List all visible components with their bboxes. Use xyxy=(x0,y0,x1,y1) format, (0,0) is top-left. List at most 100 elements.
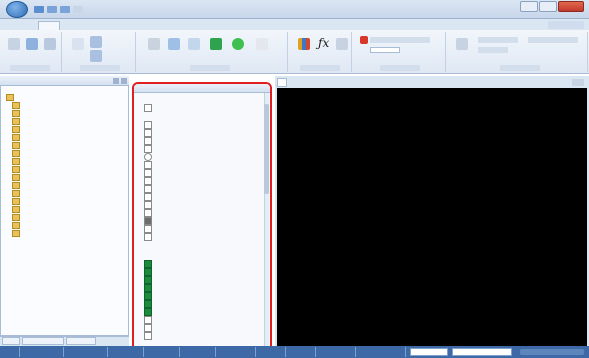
tool-switch[interactable] xyxy=(144,260,155,268)
ribbon-icon-13[interactable] xyxy=(336,38,348,50)
ribbon-option-1[interactable] xyxy=(370,37,430,43)
tab-5[interactable] xyxy=(133,21,153,30)
tree-item[interactable] xyxy=(6,94,16,102)
ribbon-icon-9[interactable] xyxy=(188,38,200,50)
tool-switch[interactable] xyxy=(144,324,155,332)
tree-item[interactable] xyxy=(12,158,22,166)
ribbon-icon-3[interactable] xyxy=(44,38,56,50)
minimize-button[interactable] xyxy=(520,1,538,12)
tree-item[interactable] xyxy=(12,134,22,142)
ribbon-option-4[interactable] xyxy=(528,37,578,43)
tree-item[interactable] xyxy=(12,214,22,222)
folder-icon xyxy=(12,118,20,125)
tool-shape[interactable] xyxy=(144,129,155,137)
document-close-icon[interactable] xyxy=(572,79,584,86)
ribbon-icon-14[interactable] xyxy=(360,36,368,44)
design-canvas[interactable] xyxy=(277,88,587,346)
tree-item[interactable] xyxy=(12,118,22,126)
switch-icon xyxy=(144,284,152,292)
customize-quick-access-icon[interactable] xyxy=(73,6,83,13)
ribbon-icon-2[interactable] xyxy=(26,38,38,50)
tool-switch[interactable] xyxy=(144,284,155,292)
pin-icon[interactable] xyxy=(113,78,119,84)
tool-shape[interactable] xyxy=(144,169,155,177)
ribbon-option-2[interactable] xyxy=(478,37,518,43)
folder-icon xyxy=(12,190,20,197)
tree-item[interactable] xyxy=(12,150,22,158)
tool-shape[interactable] xyxy=(144,233,155,241)
ribbon-option-3[interactable] xyxy=(478,47,508,53)
tree-item[interactable] xyxy=(12,174,22,182)
zoom-slider[interactable] xyxy=(520,349,584,355)
tab-3[interactable] xyxy=(87,21,107,30)
help-button[interactable] xyxy=(548,21,584,29)
application-menu-button[interactable] xyxy=(6,1,28,18)
tree-item[interactable] xyxy=(12,230,22,238)
ribbon-icon-15[interactable] xyxy=(456,38,468,50)
ribbon-icon-7[interactable] xyxy=(148,38,160,50)
user-select[interactable] xyxy=(452,348,512,356)
close-button[interactable] xyxy=(558,1,584,12)
tree-item[interactable] xyxy=(12,102,22,110)
tree-item[interactable] xyxy=(12,206,22,214)
tool-shape[interactable] xyxy=(144,137,155,145)
tool-switch[interactable] xyxy=(144,308,155,316)
language-select[interactable] xyxy=(410,348,448,356)
bottom-tab-1[interactable] xyxy=(2,337,20,345)
function-icon[interactable]: ƒx xyxy=(318,36,329,50)
tab-4[interactable] xyxy=(110,21,130,30)
tool-shape[interactable] xyxy=(144,225,155,233)
tab-start[interactable] xyxy=(38,21,60,30)
close-icon[interactable] xyxy=(121,78,127,84)
tool-shape[interactable] xyxy=(144,201,155,209)
tree-item[interactable] xyxy=(12,110,22,118)
ribbon-icon-1[interactable] xyxy=(8,38,20,50)
ribbon-icon-4[interactable] xyxy=(72,38,84,50)
folder-icon xyxy=(12,214,20,221)
tool-switch[interactable] xyxy=(144,292,155,300)
status-cell xyxy=(286,347,316,357)
save-icon[interactable] xyxy=(34,6,44,13)
redo-icon[interactable] xyxy=(60,6,70,13)
tree-item[interactable] xyxy=(12,182,22,190)
tool-switch[interactable] xyxy=(144,300,155,308)
tree-item[interactable] xyxy=(12,142,22,150)
tree-item[interactable] xyxy=(12,222,22,230)
tool-shape[interactable] xyxy=(144,193,155,201)
bottom-tab-3[interactable] xyxy=(66,337,96,345)
bottom-tab-2[interactable] xyxy=(22,337,64,345)
tool-shape[interactable] xyxy=(144,121,155,129)
chart-icon[interactable] xyxy=(298,38,310,50)
tool-shape[interactable] xyxy=(144,177,155,185)
ribbon-icon-10[interactable] xyxy=(210,38,222,50)
tool-shape[interactable] xyxy=(144,153,155,161)
folder-icon xyxy=(12,174,20,181)
tool-switch[interactable] xyxy=(144,332,155,340)
tree-item[interactable] xyxy=(12,198,22,206)
text-icon xyxy=(144,233,152,241)
tool-shape[interactable] xyxy=(144,185,155,193)
ribbon-icon-8[interactable] xyxy=(168,38,180,50)
maximize-button[interactable] xyxy=(539,1,557,12)
tool-switch[interactable] xyxy=(144,316,155,324)
undo-icon[interactable] xyxy=(47,6,57,13)
tree-item[interactable] xyxy=(12,166,22,174)
tool-switch[interactable] xyxy=(144,268,155,276)
tool-switch[interactable] xyxy=(144,276,155,284)
tool-shape[interactable] xyxy=(144,217,155,225)
ribbon-icon-5[interactable] xyxy=(90,36,102,48)
ribbon-icon-6[interactable] xyxy=(90,50,102,62)
ribbon-input-1[interactable] xyxy=(370,47,400,53)
ribbon-icon-12[interactable] xyxy=(256,38,268,50)
tool-shape[interactable] xyxy=(144,209,155,217)
tool-select[interactable] xyxy=(144,104,155,112)
ribbon-icon-11[interactable] xyxy=(232,38,244,50)
document-tab[interactable] xyxy=(277,78,287,87)
tool-shape[interactable] xyxy=(144,145,155,153)
toolbox-scrollbar-thumb[interactable] xyxy=(264,104,269,194)
switch-icon xyxy=(144,300,152,308)
tree-item[interactable] xyxy=(12,190,22,198)
tab-2[interactable] xyxy=(64,21,84,30)
tree-item[interactable] xyxy=(12,126,22,134)
tool-shape[interactable] xyxy=(144,161,155,169)
